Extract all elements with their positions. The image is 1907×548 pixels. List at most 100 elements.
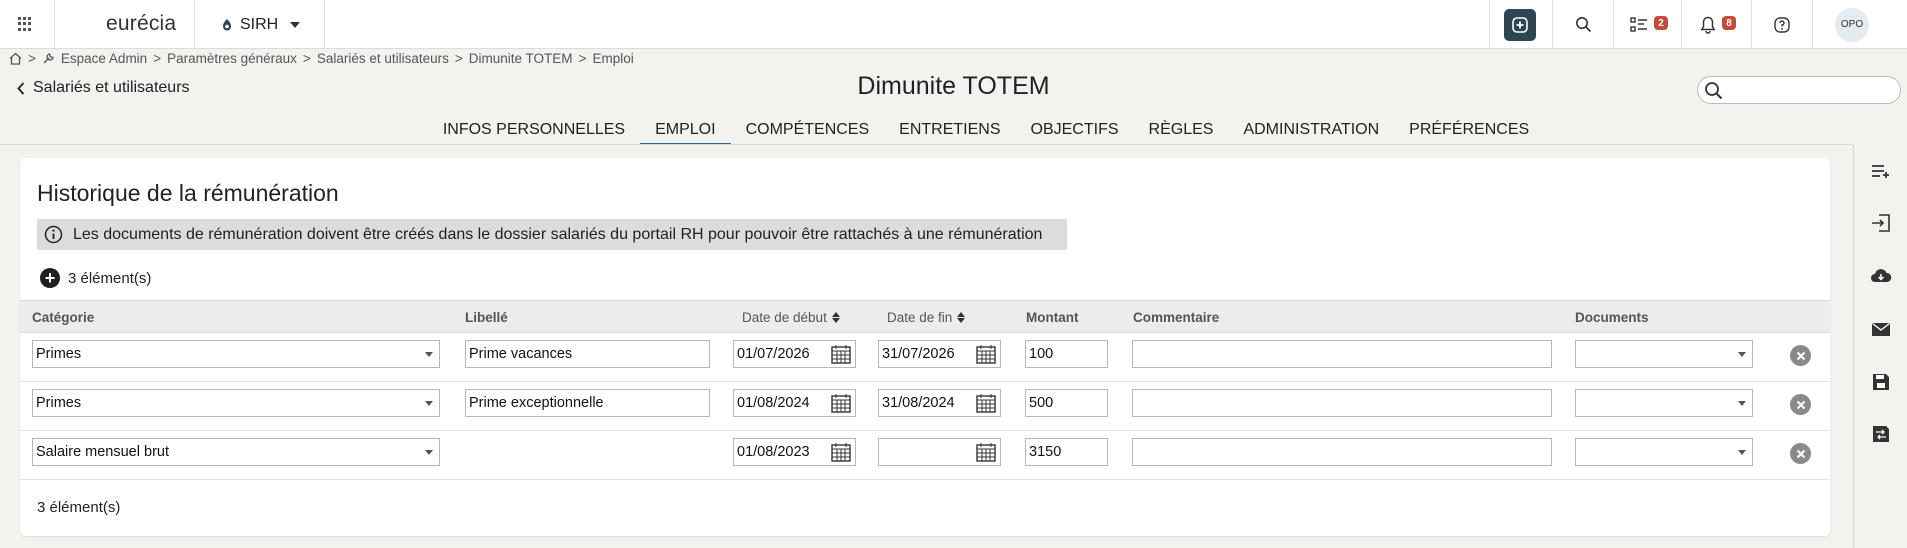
email-button[interactable]	[1854, 309, 1907, 349]
chevron-down-icon	[1738, 450, 1746, 455]
categorie-select[interactable]: Primes	[32, 389, 440, 417]
notifications-button[interactable]: 8	[1682, 0, 1751, 49]
remuneration-panel: Historique de la rémunération Les docume…	[20, 158, 1830, 536]
search-button[interactable]	[1553, 0, 1613, 49]
app-switcher[interactable]: SIRH	[220, 13, 301, 37]
column-header-date-fin[interactable]: Date de fin	[887, 310, 966, 325]
chevron-down-icon	[290, 22, 301, 28]
divider	[324, 0, 325, 49]
libelle-input[interactable]: Prime exceptionnelle	[465, 389, 710, 417]
tab-emploi[interactable]: EMPLOI	[640, 118, 731, 145]
plus-square-icon	[1504, 8, 1536, 41]
breadcrumb-item-employee[interactable]: Dimunite TOTEM	[469, 51, 573, 66]
apps-grid-icon[interactable]	[18, 17, 32, 31]
date-debut-value: 01/08/2023	[737, 444, 810, 460]
breadcrumb-separator: >	[28, 51, 36, 66]
tab-preferences[interactable]: PRÉFÉRENCES	[1394, 118, 1544, 145]
chevron-left-icon	[17, 81, 25, 95]
help-button[interactable]	[1752, 0, 1812, 49]
categorie-value: Primes	[36, 346, 82, 362]
documents-select[interactable]	[1575, 389, 1753, 417]
wrench-icon	[43, 53, 54, 64]
date-fin-input[interactable]: 31/07/2026	[878, 340, 1001, 368]
create-button[interactable]	[1490, 0, 1550, 49]
table-row: Primes Prime exceptionnelle 01/08/2024 3…	[20, 382, 1830, 431]
tab-entretiens[interactable]: ENTRETIENS	[884, 118, 1015, 145]
sort-icon	[957, 312, 966, 323]
montant-input[interactable]: 100	[1025, 340, 1108, 368]
breadcrumb-item-salaries[interactable]: Salariés et utilisateurs	[317, 51, 449, 66]
table-header: Catégorie Libellé Date de début Date de …	[20, 300, 1830, 333]
tab-competences[interactable]: COMPÉTENCES	[731, 118, 885, 145]
home-icon[interactable]	[9, 52, 22, 65]
date-debut-input[interactable]: 01/08/2023	[733, 438, 856, 466]
calendar-icon[interactable]	[831, 344, 851, 364]
column-header-date-debut-label: Date de début	[742, 310, 827, 325]
date-debut-value: 01/08/2024	[737, 395, 810, 411]
commentaire-input[interactable]	[1132, 340, 1552, 368]
import-button[interactable]	[1854, 203, 1907, 243]
bell-icon	[1700, 16, 1715, 34]
user-menu[interactable]: OPO	[1835, 0, 1895, 49]
column-header-montant: Montant	[1026, 310, 1079, 325]
right-action-bar	[1853, 145, 1907, 548]
breadcrumb-separator: >	[153, 51, 162, 66]
calendar-icon[interactable]	[831, 442, 851, 462]
breadcrumb-item-parametres[interactable]: Paramètres généraux	[167, 51, 297, 66]
date-fin-input[interactable]: 31/08/2024	[878, 389, 1001, 417]
tab-objectifs[interactable]: OBJECTIFS	[1016, 118, 1134, 145]
documents-select[interactable]	[1575, 438, 1753, 466]
tab-administration[interactable]: ADMINISTRATION	[1228, 118, 1394, 145]
tasks-button[interactable]: 2	[1614, 0, 1681, 49]
search-input[interactable]	[1726, 80, 1894, 100]
breadcrumb-separator: >	[578, 51, 587, 66]
date-debut-input[interactable]: 01/08/2024	[733, 389, 856, 417]
tab-infos-personnelles[interactable]: INFOS PERSONNELLES	[428, 118, 640, 145]
add-list-button[interactable]	[1854, 151, 1907, 191]
chevron-down-icon	[425, 450, 433, 455]
categorie-select[interactable]: Salaire mensuel brut	[32, 438, 440, 466]
remove-icon	[1796, 449, 1805, 458]
calendar-icon[interactable]	[831, 393, 851, 413]
notifications-badge: 8	[1722, 16, 1736, 30]
save-transfer-button[interactable]	[1854, 414, 1907, 454]
breadcrumb-item-espace-admin[interactable]: Espace Admin	[61, 51, 147, 66]
back-link[interactable]: Salariés et utilisateurs	[17, 79, 190, 97]
commentaire-input[interactable]	[1132, 438, 1552, 466]
calendar-icon[interactable]	[976, 344, 996, 364]
table-row: Salaire mensuel brut 01/08/2023 3150	[20, 431, 1830, 480]
cloud-download-button[interactable]	[1854, 256, 1907, 296]
column-header-date-debut[interactable]: Date de début	[742, 310, 840, 325]
date-debut-input[interactable]: 01/07/2026	[733, 340, 856, 368]
remove-row-button[interactable]	[1790, 345, 1811, 366]
montant-input[interactable]: 500	[1025, 389, 1108, 417]
tab-regles[interactable]: RÈGLES	[1134, 118, 1229, 145]
save-icon	[1873, 374, 1889, 390]
info-message: Les documents de rémunération doivent êt…	[73, 225, 1043, 243]
top-bar: eurécia SIRH 2 8 OPO	[0, 0, 1907, 49]
chevron-down-icon	[425, 352, 433, 357]
remove-row-button[interactable]	[1790, 443, 1811, 464]
date-fin-value: 31/08/2024	[882, 395, 955, 411]
documents-select[interactable]	[1575, 340, 1753, 368]
montant-input[interactable]: 3150	[1025, 438, 1108, 466]
column-header-commentaire: Commentaire	[1133, 310, 1220, 325]
divider	[54, 0, 55, 49]
breadcrumb-separator: >	[302, 51, 311, 66]
plus-circle-icon: +	[40, 268, 60, 288]
save-button[interactable]	[1854, 362, 1907, 402]
divider	[0, 144, 1853, 145]
search-field[interactable]	[1697, 76, 1901, 104]
add-remuneration-button[interactable]: + 3 élément(s)	[40, 268, 151, 288]
date-fin-input[interactable]	[878, 438, 1001, 466]
categorie-select[interactable]: Primes	[32, 340, 440, 368]
ring-icon	[223, 19, 231, 31]
calendar-icon[interactable]	[976, 393, 996, 413]
commentaire-input[interactable]	[1132, 389, 1552, 417]
libelle-input[interactable]: Prime vacances	[465, 340, 710, 368]
divider	[1812, 0, 1813, 49]
calendar-icon[interactable]	[976, 442, 996, 462]
remove-row-button[interactable]	[1790, 394, 1811, 415]
back-link-label: Salariés et utilisateurs	[33, 79, 190, 96]
save-transfer-icon	[1873, 426, 1889, 442]
